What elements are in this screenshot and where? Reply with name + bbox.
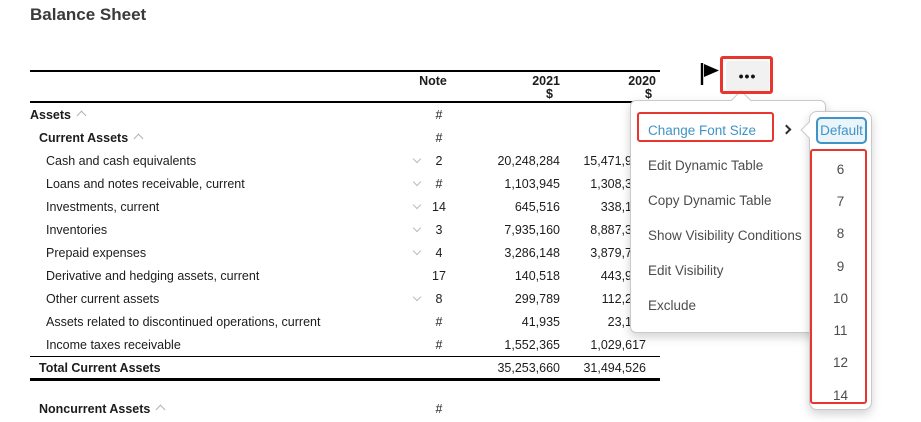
value-2021: 645,516 (454, 200, 560, 214)
row-label: Derivative and hedging assets, current (30, 269, 410, 283)
total-2021: 35,253,660 (454, 361, 560, 375)
table-row: Other current assets 8 299,789 112,2 (30, 287, 660, 310)
menu-item-show-visibility-conditions[interactable]: Show Visibility Conditions (631, 218, 825, 253)
currency-symbol-2020: $ (566, 87, 652, 101)
menu-item-exclude[interactable]: Exclude (631, 288, 825, 323)
table-row: Loans and notes receivable, current # 1,… (30, 172, 660, 195)
menu-callout-arrow (731, 90, 751, 110)
table-row: Derivative and hedging assets, current 1… (30, 264, 660, 287)
menu-item-edit-visibility[interactable]: Edit Visibility (631, 253, 825, 288)
font-size-option[interactable]: 8 (810, 218, 871, 250)
value-2021: 1,552,365 (454, 338, 560, 352)
value-2021: 20,248,284 (454, 154, 560, 168)
note-cell: # (424, 315, 454, 329)
note-cell: # (424, 177, 454, 191)
table-row: Cash and cash equivalents 2 20,248,284 1… (30, 149, 660, 172)
table-row: Assets related to discontinued operation… (30, 310, 660, 333)
page-title: Balance Sheet (30, 5, 146, 25)
row-label: Income taxes receivable (30, 338, 410, 352)
note-cell: 3 (424, 223, 454, 237)
font-size-option-default[interactable]: Default (816, 117, 867, 144)
row-label: Other current assets (30, 292, 410, 306)
balance-sheet-table: Note 2021 2020 $ $ Assets # Curren (30, 70, 660, 420)
menu-item-change-font-size[interactable]: Change Font Size (631, 113, 825, 148)
menu-item-edit-dynamic-table[interactable]: Edit Dynamic Table (631, 148, 825, 183)
value-2021: 140,518 (454, 269, 560, 283)
caret-up-icon[interactable] (77, 111, 87, 121)
font-size-list: 6 7 8 9 10 11 12 14 (810, 153, 871, 411)
row-label: Current Assets (30, 131, 410, 145)
row-label: Assets (30, 108, 410, 122)
value-2021: 7,935,160 (454, 223, 560, 237)
currency-symbol-2021: $ (454, 87, 560, 101)
flag-icon (698, 62, 722, 88)
note-cell: # (424, 402, 454, 416)
row-label: Prepaid expenses (30, 246, 410, 260)
column-header-2020: 2020 (570, 74, 656, 88)
font-size-option[interactable]: 14 (810, 379, 871, 411)
total-label: Total Current Assets (30, 361, 410, 375)
chevron-down-icon[interactable] (413, 201, 421, 209)
value-2020: 1,029,617 (560, 338, 646, 352)
table-row: Prepaid expenses 4 3,286,148 3,879,7 (30, 241, 660, 264)
table-row: Current Assets # (30, 126, 660, 149)
note-cell: 4 (424, 246, 454, 260)
value-2021: 3,286,148 (454, 246, 560, 260)
table-row: Investments, current 14 645,516 338,1 (30, 195, 660, 218)
chevron-down-icon[interactable] (413, 293, 421, 301)
value-2021: 299,789 (454, 292, 560, 306)
table-row: Income taxes receivable # 1,552,365 1,02… (30, 333, 660, 356)
note-cell: 8 (424, 292, 454, 306)
table-row: Assets # (30, 103, 660, 126)
caret-up-icon[interactable] (156, 405, 166, 415)
table-row: Noncurrent Assets # (30, 397, 660, 420)
table-row: Inventories 3 7,935,160 8,887,3 (30, 218, 660, 241)
table-header: Note 2021 2020 $ $ (30, 70, 660, 103)
font-size-option[interactable]: 9 (810, 250, 871, 282)
font-size-option[interactable]: 12 (810, 347, 871, 379)
column-header-note: Note (418, 74, 448, 88)
chevron-down-icon[interactable] (413, 178, 421, 186)
note-cell: # (424, 108, 454, 122)
caret-up-icon[interactable] (134, 134, 144, 144)
chevron-down-icon[interactable] (413, 247, 421, 255)
font-size-option[interactable]: 7 (810, 185, 871, 217)
column-header-2021: 2021 (454, 74, 560, 88)
row-label: Investments, current (30, 200, 410, 214)
more-options-button[interactable]: ••• (726, 61, 769, 91)
note-cell: # (424, 338, 454, 352)
value-2021: 41,935 (454, 315, 560, 329)
note-cell: # (424, 131, 454, 145)
context-menu: Change Font Size Edit Dynamic Table Copy… (630, 100, 826, 333)
app-window: Balance Sheet Note 2021 2020 $ $ Assets (0, 0, 921, 422)
ellipsis-icon: ••• (739, 68, 757, 84)
chevron-down-icon[interactable] (413, 155, 421, 163)
font-size-submenu: Default 6 7 8 9 10 11 12 14 (809, 111, 872, 410)
total-2020: 31,494,526 (560, 361, 646, 375)
row-label: Noncurrent Assets (30, 402, 410, 416)
font-size-option[interactable]: 6 (810, 153, 871, 185)
row-label: Assets related to discontinued operation… (30, 315, 410, 329)
note-cell: 14 (424, 200, 454, 214)
font-size-option[interactable]: 11 (810, 314, 871, 346)
row-label: Inventories (30, 223, 410, 237)
flag-button[interactable] (698, 62, 722, 88)
value-2021: 1,103,945 (454, 177, 560, 191)
note-cell: 2 (424, 154, 454, 168)
total-row: Total Current Assets 35,253,660 31,494,5… (30, 356, 660, 381)
row-label: Loans and notes receivable, current (30, 177, 410, 191)
row-label: Cash and cash equivalents (30, 154, 410, 168)
chevron-right-icon (782, 125, 792, 135)
menu-item-copy-dynamic-table[interactable]: Copy Dynamic Table (631, 183, 825, 218)
note-cell: 17 (424, 269, 454, 283)
chevron-down-icon[interactable] (413, 224, 421, 232)
font-size-option[interactable]: 10 (810, 282, 871, 314)
